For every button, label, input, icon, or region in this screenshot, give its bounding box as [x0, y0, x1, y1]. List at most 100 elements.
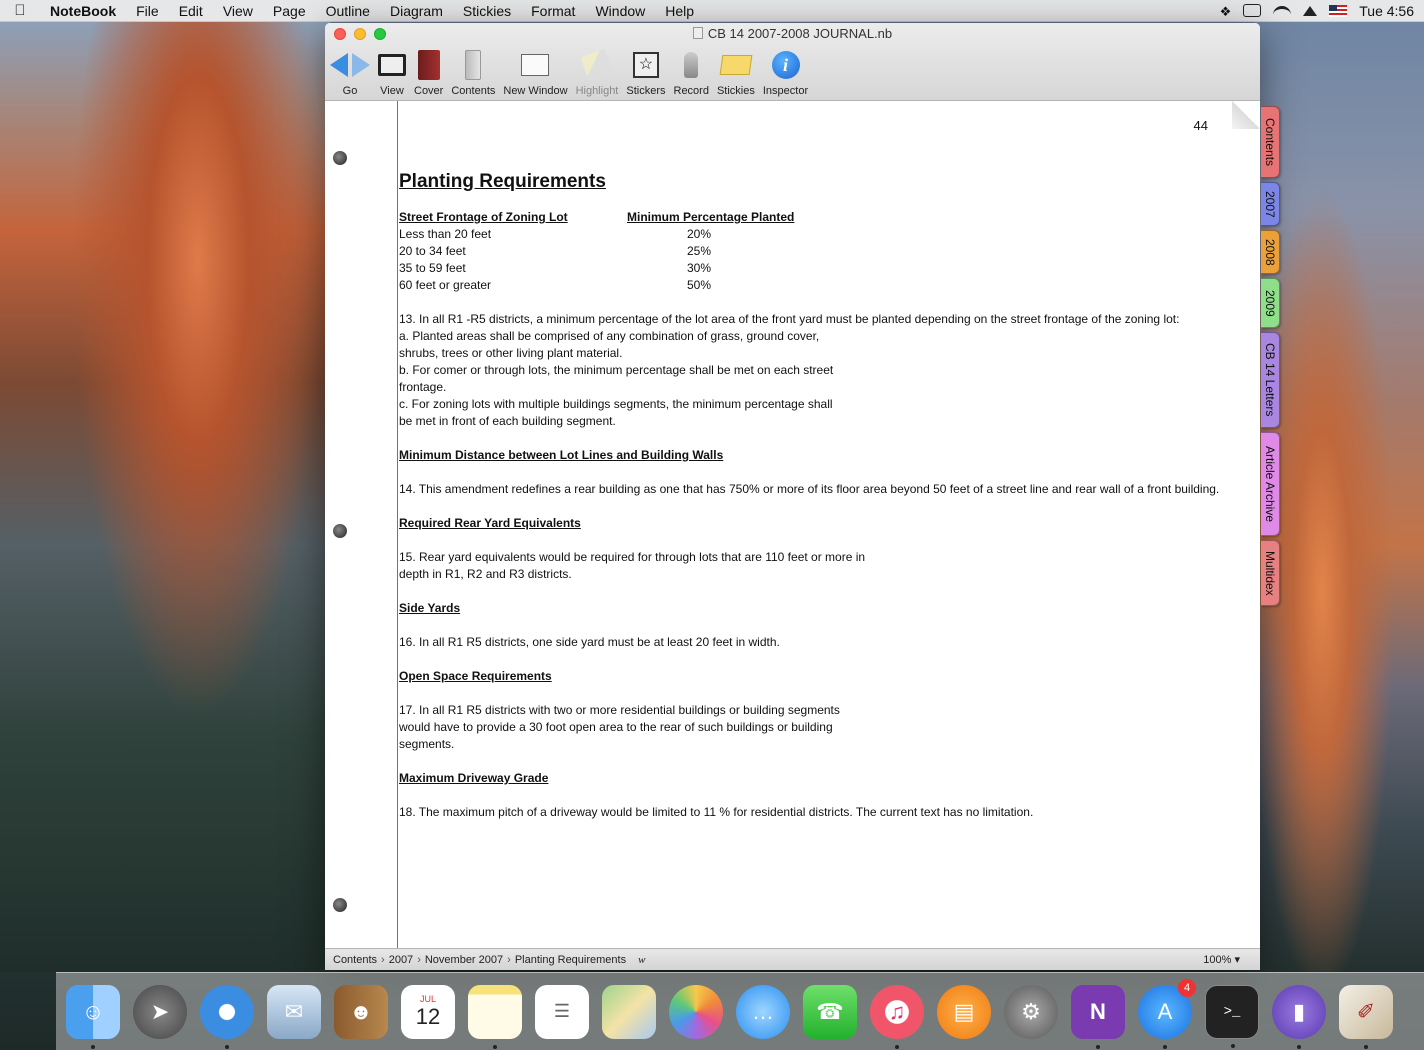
launchpad-icon[interactable]: ➤	[133, 984, 187, 1039]
table-row: 60 feet or greater 50%	[399, 278, 712, 292]
photos-icon[interactable]	[669, 984, 723, 1039]
table-header: Street Frontage of Zoning Lot Minimum Pe…	[399, 209, 1239, 226]
menu-page[interactable]: Page	[263, 3, 316, 19]
apple-menu-icon[interactable]: 	[0, 2, 40, 19]
menu-format[interactable]: Format	[521, 3, 585, 19]
record-button[interactable]: Record	[674, 47, 709, 97]
wifi-icon[interactable]	[1273, 5, 1292, 16]
menu-edit[interactable]: Edit	[169, 3, 213, 19]
calendar-icon[interactable]: JUL 12	[401, 984, 455, 1039]
zoom-popup[interactable]: 100% ▾	[1203, 953, 1240, 966]
dock: ☺ ➤ ✉ ☻ JUL 12 ☰ … ☎ ♫ ▤ ⚙ N A4 >_ ▮ ✐	[56, 972, 1424, 1050]
new-window-icon	[521, 54, 550, 76]
breadcrumb-planting-requirements[interactable]: Planting Requirements	[515, 954, 626, 966]
contents-button[interactable]: Contents	[451, 47, 495, 97]
document-icon	[692, 27, 703, 39]
tab-article-archive[interactable]: Article Archive	[1261, 432, 1280, 536]
app-store-icon[interactable]: A4	[1138, 978, 1196, 1049]
section-heading: Open Space Requirements	[399, 669, 552, 683]
paragraph-13: 13. In all R1 -R5 districts, a minimum p…	[399, 312, 1180, 428]
messages-icon[interactable]: …	[736, 984, 790, 1039]
star-sticker-icon: ☆	[632, 52, 659, 78]
binder-hole	[333, 151, 347, 165]
menu-window[interactable]: Window	[585, 3, 655, 19]
notebook-window: CB 14 2007-2008 JOURNAL.nb Go View Cover…	[325, 23, 1260, 970]
new-window-button[interactable]: New Window	[503, 47, 568, 97]
inspector-button[interactable]: i Inspector	[763, 47, 808, 97]
tab-contents[interactable]: Contents	[1261, 106, 1280, 178]
highlighter-icon	[580, 48, 614, 82]
reminders-icon[interactable]: ☰	[535, 984, 589, 1039]
terminal-icon[interactable]: >_	[1205, 984, 1259, 1048]
status-bar: Contents › 2007 › November 2007 › Planti…	[325, 948, 1260, 970]
system-preferences-icon[interactable]: ⚙	[1004, 984, 1058, 1039]
itunes-icon[interactable]: ♫	[870, 984, 924, 1049]
table-row: 35 to 59 feet 30%	[399, 261, 712, 275]
sticky-note-icon	[719, 55, 753, 75]
maps-icon[interactable]	[602, 984, 656, 1039]
breadcrumb-contents[interactable]: Contents	[333, 954, 377, 966]
breadcrumb-2007[interactable]: 2007	[389, 954, 413, 966]
notebook-page[interactable]: 44 Planting Requirements Street Frontage…	[325, 101, 1260, 948]
window-title: CB 14 2007-2008 JOURNAL.nb	[325, 26, 1260, 41]
breadcrumb-separator: ›	[417, 953, 421, 966]
section-heading: Side Yards	[399, 601, 461, 615]
tab-2007[interactable]: 2007	[1261, 182, 1280, 226]
paragraph-17: 17. In all R1 R5 districts with two or m…	[399, 703, 840, 751]
page-curl-corner[interactable]	[1232, 101, 1260, 129]
view-button[interactable]: View	[378, 47, 406, 97]
keyboard-command-icon[interactable]	[1243, 4, 1262, 17]
table-row: 20 to 34 feet 25%	[399, 244, 712, 258]
stickies-button[interactable]: Stickies	[717, 47, 755, 97]
input-source-flag-icon[interactable]	[1329, 4, 1348, 17]
section-heading: Maximum Driveway Grade	[399, 771, 549, 785]
menu-bar:  NoteBook File Edit View Page Outline D…	[0, 0, 1424, 22]
eject-icon[interactable]	[1303, 5, 1318, 16]
table-header-cell: Minimum Percentage Planted	[627, 210, 795, 224]
table-header-cell: Street Frontage of Zoning Lot	[399, 210, 568, 224]
table-row: Less than 20 feet 20%	[399, 227, 712, 241]
menu-diagram[interactable]: Diagram	[380, 3, 453, 19]
window-titlebar: CB 14 2007-2008 JOURNAL.nb Go View Cover…	[325, 23, 1260, 101]
paragraph-18: 18. The maximum pitch of a driveway woul…	[399, 805, 1034, 819]
menu-file[interactable]: File	[126, 3, 169, 19]
info-icon: i	[771, 51, 800, 79]
toolbar: Go View Cover Contents New Window Highli…	[330, 47, 816, 97]
ibooks-icon[interactable]: ▤	[937, 984, 991, 1039]
menu-stickies[interactable]: Stickies	[453, 3, 521, 19]
menu-app-name[interactable]: NoteBook	[40, 3, 126, 19]
forward-arrow-icon[interactable]	[352, 53, 370, 77]
back-arrow-icon[interactable]	[330, 53, 348, 77]
paragraph-15: 15. Rear yard equivalents would be requi…	[399, 550, 866, 581]
breadcrumb-separator: ›	[507, 953, 511, 966]
section-tabs: Contents 2007 2008 2009 CB 14 Letters Ar…	[1261, 106, 1281, 610]
menubar-clock[interactable]: Tue 4:56	[1359, 3, 1414, 19]
notification-badge: 4	[1178, 978, 1196, 997]
tab-cb14-letters[interactable]: CB 14 Letters	[1261, 332, 1280, 428]
go-button[interactable]: Go	[330, 47, 370, 97]
page-content[interactable]: Planting Requirements Street Frontage of…	[399, 171, 1239, 821]
highlight-button[interactable]: Highlight	[576, 47, 618, 97]
notebook-app-icon[interactable]: ▮	[1272, 984, 1326, 1049]
menu-help[interactable]: Help	[655, 3, 704, 19]
menu-view[interactable]: View	[213, 3, 263, 19]
page-title: Planting Requirements	[399, 171, 606, 192]
onenote-icon[interactable]: N	[1071, 984, 1125, 1049]
tab-multidex[interactable]: Multidex	[1261, 540, 1280, 606]
breadcrumb-november-2007[interactable]: November 2007	[425, 954, 503, 966]
tab-2009[interactable]: 2009	[1261, 278, 1280, 328]
notebook-document-icon[interactable]: ✐	[1339, 984, 1393, 1049]
safari-icon[interactable]	[200, 984, 254, 1049]
contacts-icon[interactable]: ☻	[334, 984, 388, 1039]
mail-icon[interactable]: ✉	[267, 984, 321, 1039]
paragraph-14: 14. This amendment redefines a rear buil…	[399, 482, 1220, 496]
facetime-icon[interactable]: ☎	[803, 984, 857, 1039]
dropbox-icon[interactable]: ❖	[1220, 4, 1232, 19]
notes-icon[interactable]	[468, 984, 522, 1049]
stickers-button[interactable]: ☆ Stickers	[626, 47, 666, 97]
cover-button[interactable]: Cover	[414, 47, 443, 97]
contents-icon	[465, 50, 482, 80]
finder-icon[interactable]: ☺	[66, 984, 120, 1049]
tab-2008[interactable]: 2008	[1261, 230, 1280, 274]
menu-outline[interactable]: Outline	[316, 3, 380, 19]
